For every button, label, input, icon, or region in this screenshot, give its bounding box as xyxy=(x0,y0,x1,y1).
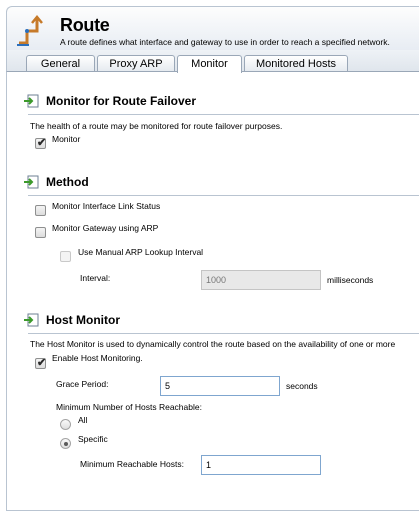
arrow-into-box-icon xyxy=(24,94,39,108)
grace-period-label: Grace Period: xyxy=(56,379,109,389)
radio-all[interactable] xyxy=(60,419,71,430)
arrow-into-box-icon xyxy=(24,313,39,327)
monitor-checkbox[interactable]: ✔ xyxy=(35,137,47,149)
grace-period-unit: seconds xyxy=(286,381,318,391)
link-status-label: Monitor Interface Link Status xyxy=(52,201,161,211)
tab-monitored-hosts[interactable]: Monitored Hosts xyxy=(244,55,348,72)
page-subtitle: A route defines what interface and gatew… xyxy=(60,37,390,47)
min-reachable-input[interactable] xyxy=(201,455,321,475)
link-status-checkbox[interactable] xyxy=(35,205,46,216)
host-monitor-description: The Host Monitor is used to dynamically … xyxy=(30,339,396,349)
gateway-arp-checkbox[interactable] xyxy=(35,227,46,238)
monitor-label: Monitor xyxy=(52,134,81,144)
grace-period-input[interactable] xyxy=(160,376,280,396)
route-dialog: Route A route defines what interface and… xyxy=(0,0,419,516)
section-divider xyxy=(28,195,419,196)
enable-host-monitoring-label: Enable Host Monitoring. xyxy=(52,353,143,363)
radio-specific[interactable] xyxy=(60,438,71,449)
radio-specific-label: Specific xyxy=(78,434,108,444)
section-divider xyxy=(28,333,419,334)
interval-label: Interval: xyxy=(80,273,111,283)
page-title: Route xyxy=(60,15,110,35)
tab-proxy-arp[interactable]: Proxy ARP xyxy=(97,55,175,72)
manual-arp-label: Use Manual ARP Lookup Interval xyxy=(78,247,204,257)
enable-host-monitoring-checkbox[interactable]: ✔ xyxy=(35,357,47,369)
dialog-header: Route A route defines what interface and… xyxy=(6,6,419,52)
gateway-arp-label: Monitor Gateway using ARP xyxy=(52,223,159,233)
manual-arp-checkbox[interactable] xyxy=(60,251,71,262)
interval-unit: milliseconds xyxy=(327,275,374,285)
tab-general[interactable]: General xyxy=(26,55,95,72)
checkmark-icon: ✔ xyxy=(37,137,47,149)
min-reachable-label: Minimum Reachable Hosts: xyxy=(80,459,184,469)
interval-input[interactable] xyxy=(201,270,321,290)
section-divider xyxy=(28,114,419,115)
checkmark-icon: ✔ xyxy=(37,357,47,369)
radio-selected-dot xyxy=(63,441,68,446)
arrow-into-box-icon xyxy=(24,175,39,189)
section-title-method: Method xyxy=(46,175,89,189)
min-hosts-label: Minimum Number of Hosts Reachable: xyxy=(56,402,202,412)
failover-description: The health of a route may be monitored f… xyxy=(30,121,283,131)
radio-all-label: All xyxy=(78,415,88,425)
route-icon xyxy=(17,15,43,46)
tab-monitor[interactable]: Monitor xyxy=(177,55,242,73)
section-title-failover: Monitor for Route Failover xyxy=(46,94,196,108)
section-title-host-monitor: Host Monitor xyxy=(46,313,120,327)
